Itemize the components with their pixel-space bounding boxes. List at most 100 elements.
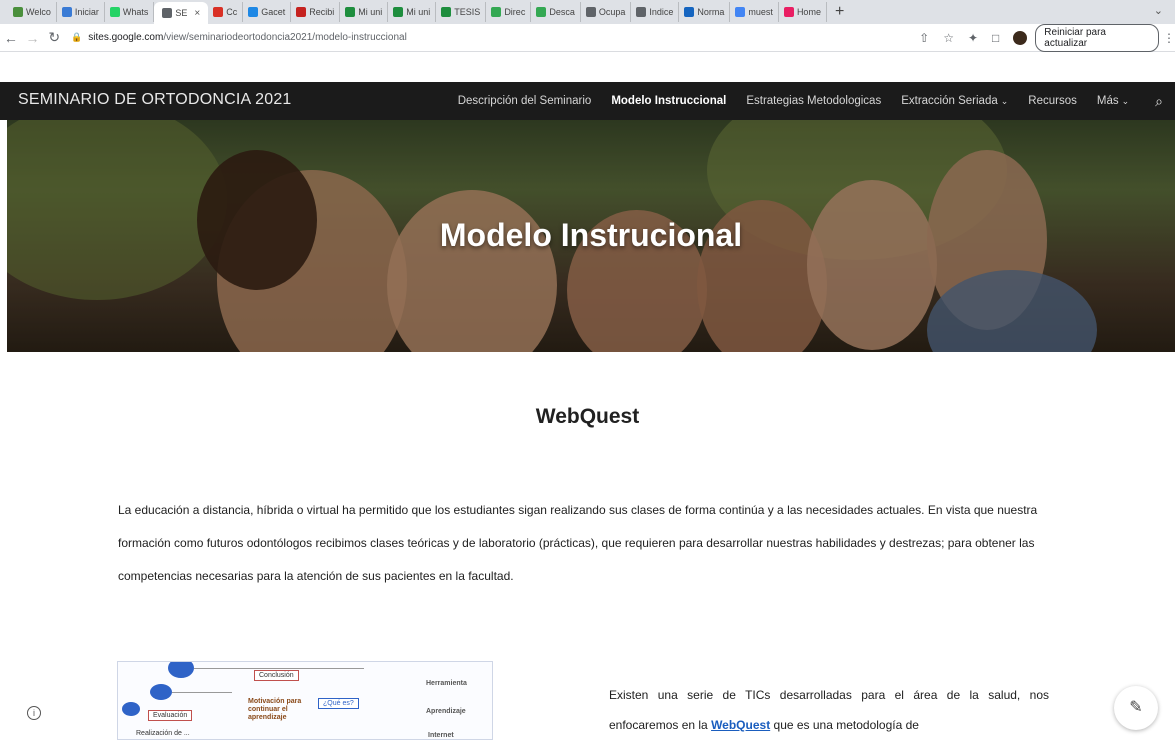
nav-item-label: Descripción del Seminario — [457, 95, 592, 107]
tab-label: Welco — [26, 7, 51, 17]
tab-label: Cc — [226, 7, 238, 17]
tab-label: Gacet — [261, 7, 286, 17]
tab-favicon-icon — [441, 7, 452, 17]
browser-tab[interactable]: Direc — [486, 2, 532, 22]
browser-tab[interactable]: Mi uni — [340, 2, 389, 22]
webquest-diagram-image: Conclusión Herramienta Motivación para c… — [117, 661, 493, 740]
diagram-circle — [122, 702, 140, 716]
section-heading: WebQuest — [535, 405, 640, 428]
tab-label: Iniciar — [74, 7, 99, 17]
nav-item-label: Modelo Instruccional — [611, 95, 727, 107]
tab-label: TESIS — [454, 7, 481, 17]
nav-item-label: Más — [1096, 95, 1119, 107]
browser-tabstrip: Welco Iniciar Whats SE × Cc Gacet Recibi Mi uni M… — [0, 0, 1175, 24]
tab-favicon-icon — [13, 7, 23, 17]
back-icon[interactable]: ← — [0, 30, 22, 46]
tab-favicon-icon — [393, 7, 404, 17]
share-icon[interactable]: ⇧ — [919, 31, 929, 45]
tab-label: Mi uni — [358, 7, 383, 17]
hero-banner: Modelo Instrucional — [7, 120, 1175, 352]
browser-tab[interactable]: TESIS — [436, 2, 487, 22]
diagram-label-tool: Herramienta — [426, 680, 467, 687]
nav-item[interactable]: Recursos — [1028, 95, 1077, 107]
tab-favicon-icon — [248, 7, 259, 17]
tab-favicon-icon — [296, 7, 307, 17]
lock-icon: 🔒 — [71, 32, 83, 42]
search-icon[interactable]: ⌕ — [1155, 93, 1163, 110]
tab-label: Direc — [504, 7, 526, 17]
diagram-label-internet: Internet — [428, 732, 454, 739]
diagram-label-realization: Realización de ... — [136, 730, 190, 737]
browser-tab[interactable]: SE × — [154, 2, 209, 24]
chevron-down-icon: ⌄ — [1000, 96, 1009, 106]
extensions-puzzle-icon[interactable]: ✦ — [968, 31, 978, 45]
tab-label: Ocupa — [598, 7, 626, 17]
url-path: /view/seminariodeortodoncia2021/modelo-i… — [163, 32, 407, 43]
address-bar[interactable]: 🔒 sites.google.com/view/seminariodeortod… — [71, 27, 879, 49]
nav-item[interactable]: Extracción Seriada ⌄ — [901, 95, 1008, 107]
browser-menu-icon[interactable]: ⋮ — [1163, 31, 1175, 45]
diagram-circle — [150, 684, 172, 700]
tab-favicon-icon — [636, 7, 647, 17]
browser-tab[interactable]: Cc — [208, 2, 244, 22]
diagram-label-motivation: Motivación para continuar el aprendizaje — [248, 698, 302, 721]
tab-label: Indice — [649, 7, 674, 17]
browser-tab[interactable]: Iniciar — [57, 2, 105, 22]
intro-paragraph: La educación a distancia, híbrida o virt… — [118, 503, 1038, 583]
info-icon[interactable]: i — [27, 706, 41, 720]
sidepanel-icon[interactable]: □ — [992, 31, 999, 45]
forward-icon[interactable]: → — [22, 30, 44, 46]
tab-label: Desca — [549, 7, 575, 17]
diagram-label-conclusion: Conclusión — [254, 670, 299, 681]
chevron-down-icon: ⌄ — [1121, 96, 1130, 106]
tab-close-icon[interactable]: × — [194, 8, 200, 19]
webquest-link[interactable]: WebQuest — [711, 718, 770, 732]
new-tab-icon[interactable]: + — [835, 2, 844, 22]
tab-label: Home — [796, 7, 821, 17]
reload-icon[interactable]: ↻ — [43, 29, 65, 46]
browser-tab[interactable]: muest — [730, 2, 779, 22]
tab-favicon-icon — [109, 7, 120, 17]
tab-favicon-icon — [783, 7, 794, 17]
browser-tab[interactable]: Indice — [631, 2, 680, 22]
tab-favicon-icon — [61, 7, 72, 17]
profile-avatar[interactable] — [1013, 30, 1028, 45]
browser-tab[interactable]: Whats — [105, 2, 155, 22]
diagram-circle — [168, 662, 194, 678]
site-header: SEMINARIO DE ORTODONCIA 2021 Descripción… — [0, 82, 1175, 120]
browser-tab[interactable]: Ocupa — [581, 2, 632, 22]
url-host: sites.google.com — [88, 32, 164, 43]
tab-favicon-icon — [536, 7, 547, 17]
browser-tab[interactable]: Gacet — [243, 2, 292, 22]
tab-search-chevron-icon[interactable]: ⌄ — [1154, 4, 1163, 17]
side-text-after: que es una metodología de — [770, 718, 919, 732]
browser-tab[interactable]: Desca — [531, 2, 581, 22]
browser-tab[interactable]: Mi uni — [388, 2, 437, 22]
diagram-label-evaluation: Evaluación — [148, 710, 193, 721]
site-title[interactable]: SEMINARIO DE ORTODONCIA 2021 — [18, 91, 292, 109]
tab-favicon-icon — [213, 7, 224, 17]
browser-tab[interactable]: Recibi — [291, 2, 341, 22]
nav-item-label: Recursos — [1028, 95, 1077, 107]
nav-item[interactable]: Descripción del Seminario — [458, 95, 592, 107]
diagram-label-what-is: ¿Qué es? — [318, 698, 359, 709]
tab-favicon-icon — [585, 7, 596, 17]
tab-label: muest — [748, 7, 773, 17]
tab-label: Mi uni — [406, 7, 431, 17]
tab-favicon-icon — [684, 7, 695, 17]
restart-update-button[interactable]: Reiniciar para actualizar — [1035, 23, 1160, 52]
nav-item[interactable]: Más ⌄ — [1097, 95, 1129, 107]
nav-item[interactable]: Estrategias Metodologicas — [746, 95, 881, 107]
browser-tab[interactable]: Welco — [8, 2, 57, 22]
nav-item[interactable]: Modelo Instruccional — [611, 95, 726, 107]
page-title: Modelo Instrucional — [439, 217, 743, 253]
tab-favicon-icon — [345, 7, 356, 17]
tab-favicon-icon — [162, 8, 173, 18]
tab-favicon-icon — [735, 7, 746, 17]
browser-tab[interactable]: Home — [779, 2, 827, 22]
bookmark-star-icon[interactable]: ☆ — [943, 31, 954, 45]
page-top-gap — [0, 52, 1175, 82]
browser-tab[interactable]: Norma — [679, 2, 731, 22]
diagram-label-learning: Aprendizaje — [426, 708, 466, 715]
edit-pencil-button[interactable]: ✎ — [1114, 686, 1158, 730]
